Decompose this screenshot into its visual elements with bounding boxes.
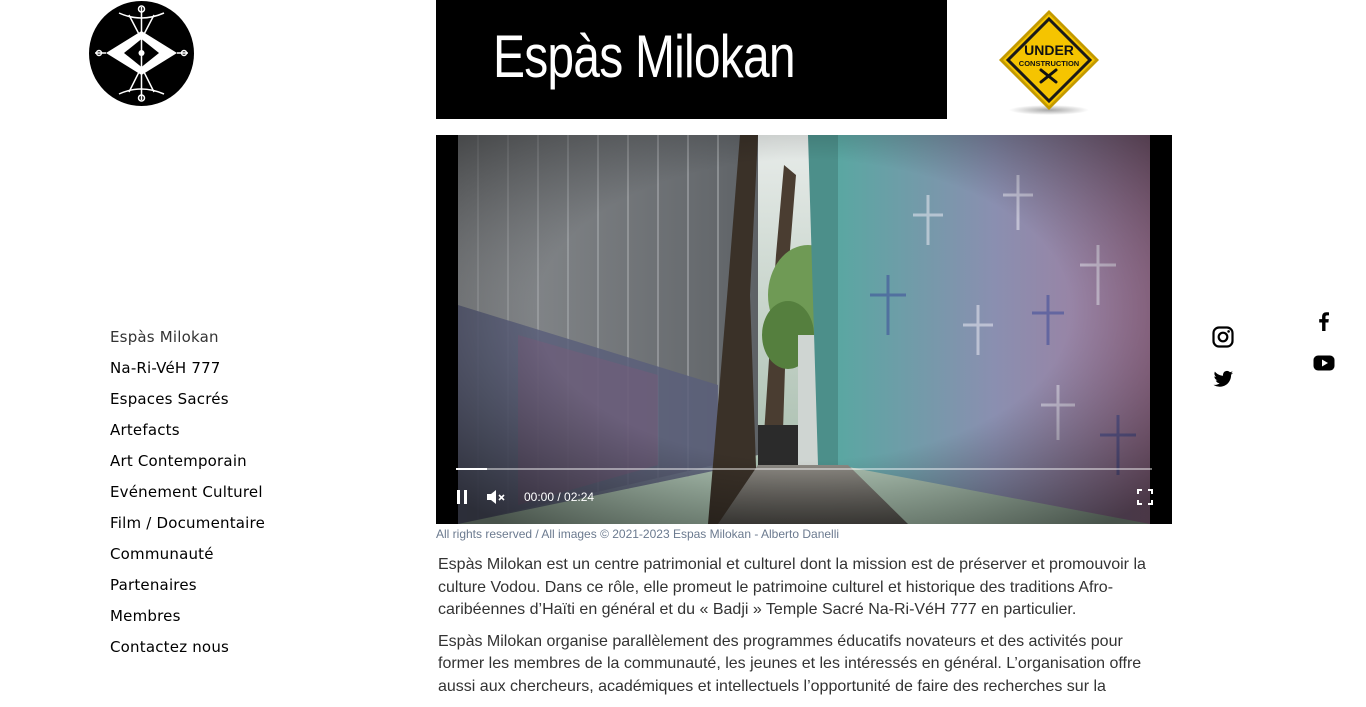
pause-icon[interactable] xyxy=(454,488,470,506)
nav-item[interactable]: Espàs Milokan xyxy=(110,327,265,358)
fullscreen-icon[interactable] xyxy=(1136,488,1154,506)
youtube-icon[interactable] xyxy=(1312,351,1336,375)
video-time: 00:00 / 02:24 xyxy=(524,490,595,504)
nav-item[interactable]: Artefacts xyxy=(110,420,265,451)
nav-item[interactable]: Membres xyxy=(110,606,265,637)
nav-item[interactable]: Evénement Culturel xyxy=(110,482,265,513)
facebook-icon[interactable] xyxy=(1312,309,1336,333)
paragraph: Espàs Milokan est un centre patrimonial … xyxy=(438,556,1146,618)
image-credit: All rights reserved / All images © 2021-… xyxy=(436,527,840,541)
intro-text: Espàs Milokan est un centre patrimonial … xyxy=(438,554,1158,707)
paragraph: Espàs Milokan organise parallèlement des… xyxy=(438,632,1142,695)
nav-item[interactable]: Partenaires xyxy=(110,575,265,606)
nav-item[interactable]: Na-Ri-VéH 777 xyxy=(110,358,265,389)
site-title: Espàs Milokan xyxy=(493,23,796,90)
video-player[interactable]: 00:00 / 02:24 xyxy=(436,135,1172,524)
nav-item[interactable]: Espaces Sacrés xyxy=(110,389,265,420)
sign-line2: CONSTRUCTION xyxy=(1019,59,1079,68)
nav-item[interactable]: Contactez nous xyxy=(110,637,265,668)
video-progress-fill xyxy=(456,468,488,470)
site-title-banner: Espàs Milokan xyxy=(436,0,947,119)
volume-muted-icon[interactable] xyxy=(485,488,507,506)
main-nav: Espàs Milokan Na-Ri-VéH 777 Espaces Sacrés… xyxy=(110,327,265,668)
twitter-icon[interactable] xyxy=(1211,367,1235,391)
veve-logo-icon[interactable] xyxy=(89,1,194,106)
sign-line1: UNDER xyxy=(1024,42,1074,58)
video-frame[interactable] xyxy=(458,135,1150,524)
instagram-icon[interactable] xyxy=(1211,325,1235,349)
under-construction-sign: UNDER CONSTRUCTION xyxy=(999,10,1099,115)
nav-item[interactable]: Film / Documentaire xyxy=(110,513,265,544)
video-progress-bar[interactable] xyxy=(456,468,1152,470)
nav-item[interactable]: Communauté xyxy=(110,544,265,575)
nav-item[interactable]: Art Contemporain xyxy=(110,451,265,482)
